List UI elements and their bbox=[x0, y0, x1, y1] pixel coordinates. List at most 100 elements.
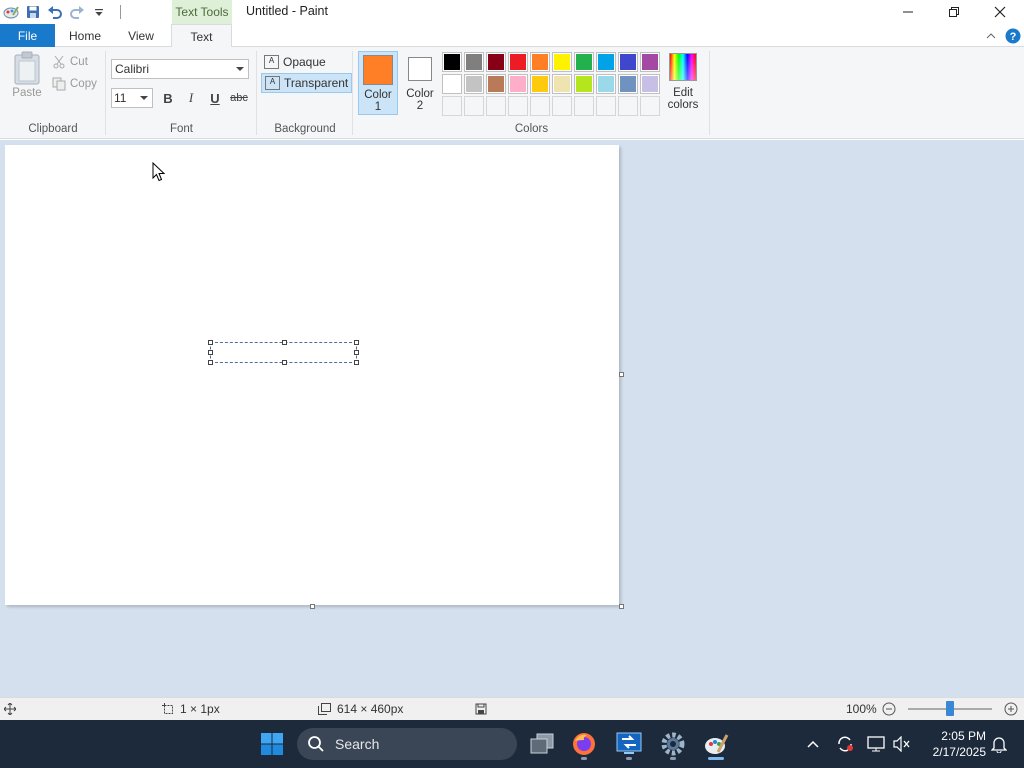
running-indicator bbox=[581, 757, 587, 760]
copy-icon bbox=[52, 77, 66, 91]
resize-handle[interactable] bbox=[354, 350, 359, 355]
tab-view[interactable]: View bbox=[115, 24, 167, 47]
remote-desktop-icon bbox=[616, 732, 642, 754]
paste-icon bbox=[14, 51, 40, 85]
chevron-down-icon bbox=[140, 96, 148, 100]
remote-app-button[interactable] bbox=[611, 726, 647, 762]
selection-size: 1 × 1px bbox=[162, 698, 220, 720]
zoom-out-icon bbox=[882, 702, 896, 716]
selection-size-icon bbox=[162, 703, 173, 714]
paint-palette-icon bbox=[705, 734, 729, 754]
tab-text[interactable]: Text bbox=[171, 24, 232, 48]
status-bar: 1 × 1px 614 × 460px 100% bbox=[0, 697, 1024, 720]
opaque-option[interactable]: A Opaque bbox=[261, 52, 329, 72]
copy-button[interactable]: Copy bbox=[52, 74, 97, 94]
underline-button[interactable]: U bbox=[205, 89, 225, 107]
settings-button[interactable] bbox=[655, 726, 691, 762]
tab-file[interactable]: File bbox=[0, 24, 55, 47]
text-tools-context-label: Text Tools bbox=[172, 0, 232, 24]
restore-button[interactable] bbox=[931, 0, 977, 24]
chevron-up-icon bbox=[807, 740, 819, 748]
transparent-icon: A bbox=[265, 76, 280, 90]
resize-handle[interactable] bbox=[282, 340, 287, 345]
clipboard-group-label: Clipboard bbox=[28, 123, 78, 135]
help-icon[interactable]: ? bbox=[1002, 24, 1024, 47]
font-family-value: Calibri bbox=[115, 62, 150, 76]
task-view-icon bbox=[530, 733, 554, 754]
running-indicator bbox=[670, 757, 676, 760]
minimize-button[interactable] bbox=[885, 0, 931, 24]
bold-button[interactable]: B bbox=[158, 89, 178, 107]
search-icon bbox=[308, 736, 324, 752]
zoom-out-button[interactable] bbox=[882, 698, 896, 720]
canvas-size-value: 614 × 460px bbox=[337, 702, 404, 716]
canvas-resize-handle-corner[interactable] bbox=[619, 604, 624, 609]
canvas-resize-handle-right[interactable] bbox=[619, 372, 624, 377]
start-button[interactable] bbox=[254, 726, 290, 762]
resize-handle[interactable] bbox=[282, 360, 287, 365]
clipboard-group: Paste Cut Copy Clipboard bbox=[0, 47, 106, 139]
selection-size-value: 1 × 1px bbox=[180, 702, 220, 716]
ribbon: Paste Cut Copy Clipboard Font Calibri 11… bbox=[0, 47, 1024, 139]
zoom-level: 100% bbox=[846, 702, 877, 716]
undo-icon[interactable] bbox=[44, 0, 66, 24]
canvas-workspace[interactable] bbox=[0, 140, 1024, 697]
qat-separator bbox=[120, 5, 121, 19]
network-tray-button[interactable] bbox=[865, 720, 887, 768]
background-group-label: Background bbox=[274, 123, 336, 135]
task-view-button[interactable] bbox=[524, 726, 560, 762]
paint-app-icon[interactable] bbox=[0, 0, 22, 24]
cut-button[interactable]: Cut bbox=[52, 52, 88, 72]
show-hidden-icons-button[interactable] bbox=[802, 720, 824, 768]
firefox-icon bbox=[573, 733, 595, 755]
colors-group: Colors bbox=[353, 47, 710, 139]
paste-button[interactable]: Paste bbox=[6, 51, 48, 107]
save-icon[interactable] bbox=[22, 0, 44, 24]
canvas-resize-handle-bottom[interactable] bbox=[310, 604, 315, 609]
notifications-button[interactable] bbox=[988, 720, 1010, 768]
taskbar-clock[interactable]: 2:05 PM 2/17/2025 bbox=[920, 728, 986, 760]
zoom-slider-thumb[interactable] bbox=[946, 701, 954, 716]
resize-handle[interactable] bbox=[354, 340, 359, 345]
resize-handle[interactable] bbox=[208, 350, 213, 355]
opaque-icon: A bbox=[264, 55, 279, 69]
scissors-icon bbox=[53, 55, 65, 69]
running-indicator bbox=[626, 757, 632, 760]
taskbar-search[interactable]: Search bbox=[297, 728, 517, 760]
volume-tray-button[interactable] bbox=[891, 720, 913, 768]
file-size bbox=[475, 698, 487, 720]
cursor-position bbox=[4, 698, 16, 720]
title-bar: Text Tools Untitled - Paint bbox=[0, 0, 1024, 24]
resize-handle[interactable] bbox=[354, 360, 359, 365]
canvas-size: 614 × 460px bbox=[318, 698, 403, 720]
network-icon bbox=[867, 736, 885, 752]
customize-qat-icon[interactable] bbox=[88, 0, 110, 24]
transparent-label: Transparent bbox=[284, 76, 349, 90]
resize-handle[interactable] bbox=[208, 360, 213, 365]
italic-button[interactable]: I bbox=[181, 89, 201, 107]
drawing-canvas[interactable] bbox=[5, 145, 619, 605]
clock-time: 2:05 PM bbox=[941, 729, 986, 743]
tab-home[interactable]: Home bbox=[60, 24, 110, 47]
font-size-dropdown[interactable]: 11 bbox=[111, 88, 153, 108]
opaque-label: Opaque bbox=[283, 55, 326, 69]
font-group-label: Font bbox=[169, 123, 193, 135]
volume-muted-icon bbox=[893, 736, 910, 752]
mouse-pointer-icon bbox=[152, 162, 166, 182]
close-button[interactable] bbox=[977, 0, 1023, 24]
zoom-in-button[interactable] bbox=[1004, 698, 1018, 720]
windows-logo-icon bbox=[261, 733, 283, 755]
taskbar: Search 2:05 PM 2/17/2025 bbox=[0, 720, 1024, 768]
strikethrough-button[interactable]: abc bbox=[228, 89, 250, 107]
sync-tray-button[interactable] bbox=[834, 720, 856, 768]
paint-taskbar-button[interactable] bbox=[698, 726, 734, 762]
font-size-value: 11 bbox=[114, 91, 127, 105]
sync-icon bbox=[838, 736, 853, 752]
minimize-ribbon-icon[interactable] bbox=[980, 24, 1002, 47]
transparent-option[interactable]: A Transparent bbox=[261, 73, 353, 93]
redo-icon[interactable] bbox=[66, 0, 88, 24]
firefox-button[interactable] bbox=[566, 726, 602, 762]
text-box-selection[interactable] bbox=[208, 340, 359, 365]
resize-handle[interactable] bbox=[208, 340, 213, 345]
font-family-dropdown[interactable]: Calibri bbox=[111, 59, 249, 79]
